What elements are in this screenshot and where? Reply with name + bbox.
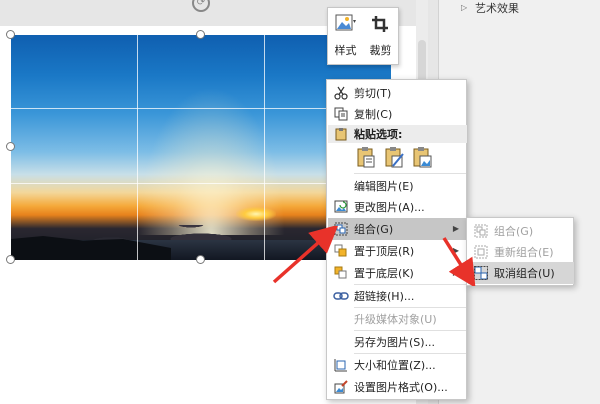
menu-item-save-as-picture[interactable]: 另存为图片(S)...: [328, 331, 467, 353]
menu-item-upgrade-media: 升级媒体对象(U): [354, 313, 437, 326]
resize-handle-bottom[interactable]: [196, 255, 205, 264]
group-icon: [328, 218, 354, 240]
menu-item-bring-to-front[interactable]: 置于顶层(R) ▶: [328, 240, 467, 262]
resize-handle-top[interactable]: [196, 30, 205, 39]
menu-separator: [354, 173, 466, 174]
copy-icon: [328, 103, 354, 125]
crop-button[interactable]: 裁剪: [363, 8, 398, 64]
paste-options-row: [355, 146, 435, 170]
menu-item-cut[interactable]: 剪切(T): [328, 82, 467, 104]
style-button[interactable]: 样式: [328, 8, 363, 64]
paste-options-header: 粘贴选项:: [328, 125, 467, 143]
mini-toolbar: 样式 裁剪: [327, 7, 399, 65]
submenu-item-regroup: 重新组合(E): [468, 241, 574, 263]
crop-icon: [370, 14, 392, 34]
picture-style-icon: [335, 14, 357, 34]
group-submenu: 组合(G) 重新组合(E) 取消组合(U): [466, 217, 574, 286]
picture-sun: [236, 207, 276, 221]
ungroup-icon: [468, 262, 494, 284]
submenu-item-ungroup[interactable]: 取消组合(U): [468, 262, 574, 284]
menu-item-format-picture[interactable]: 设置图片格式(O)...: [328, 376, 467, 398]
regroup-icon: [468, 241, 494, 263]
submenu-arrow-icon: ▶: [452, 246, 459, 255]
change-picture-icon: [328, 196, 354, 218]
bring-to-front-icon: [328, 240, 354, 262]
resize-handle-left[interactable]: [6, 142, 15, 151]
hyperlink-icon: [328, 285, 354, 307]
submenu-item-group: 组合(G): [468, 220, 574, 242]
menu-item-copy[interactable]: 复制(C): [328, 103, 467, 125]
paste-picture-icon[interactable]: [411, 146, 435, 170]
clipboard-icon: [328, 125, 354, 143]
resize-handle-top-left[interactable]: [6, 30, 15, 39]
crop-grid-line: [137, 35, 138, 260]
scissors-icon: [328, 82, 354, 104]
menu-item-change-picture[interactable]: 更改图片(A)...: [328, 196, 467, 218]
menu-item-send-to-back[interactable]: 置于底层(K) ▶: [328, 262, 467, 284]
art-effects-section[interactable]: 艺术效果: [475, 0, 519, 16]
menu-item-group[interactable]: 组合(G) ▶: [328, 218, 467, 240]
menu-item-size-and-position[interactable]: 大小和位置(Z)...: [328, 354, 467, 376]
send-to-back-icon: [328, 262, 354, 284]
paste-edit-icon[interactable]: [383, 146, 407, 170]
menu-item-hyperlink[interactable]: 超链接(H)...: [328, 285, 467, 307]
submenu-arrow-icon: ▶: [452, 224, 459, 233]
menu-item-edit-picture[interactable]: 编辑图片(E): [328, 175, 467, 197]
context-menu: 剪切(T) 复制(C) 粘贴选项: 编辑图片(E) 更改图片(A)... 组合(…: [326, 79, 467, 400]
resize-handle-bottom-left[interactable]: [6, 255, 15, 264]
size-position-icon: [328, 354, 354, 376]
submenu-arrow-icon: ▶: [452, 268, 459, 277]
paste-keep-source-icon[interactable]: [355, 146, 379, 170]
format-picture-icon: [328, 376, 354, 398]
style-label: 样式: [334, 44, 357, 57]
crop-grid-line: [264, 35, 265, 260]
crop-label: 裁剪: [369, 44, 392, 57]
expand-caret-icon[interactable]: ▷: [461, 3, 467, 12]
group-icon: [468, 220, 494, 242]
